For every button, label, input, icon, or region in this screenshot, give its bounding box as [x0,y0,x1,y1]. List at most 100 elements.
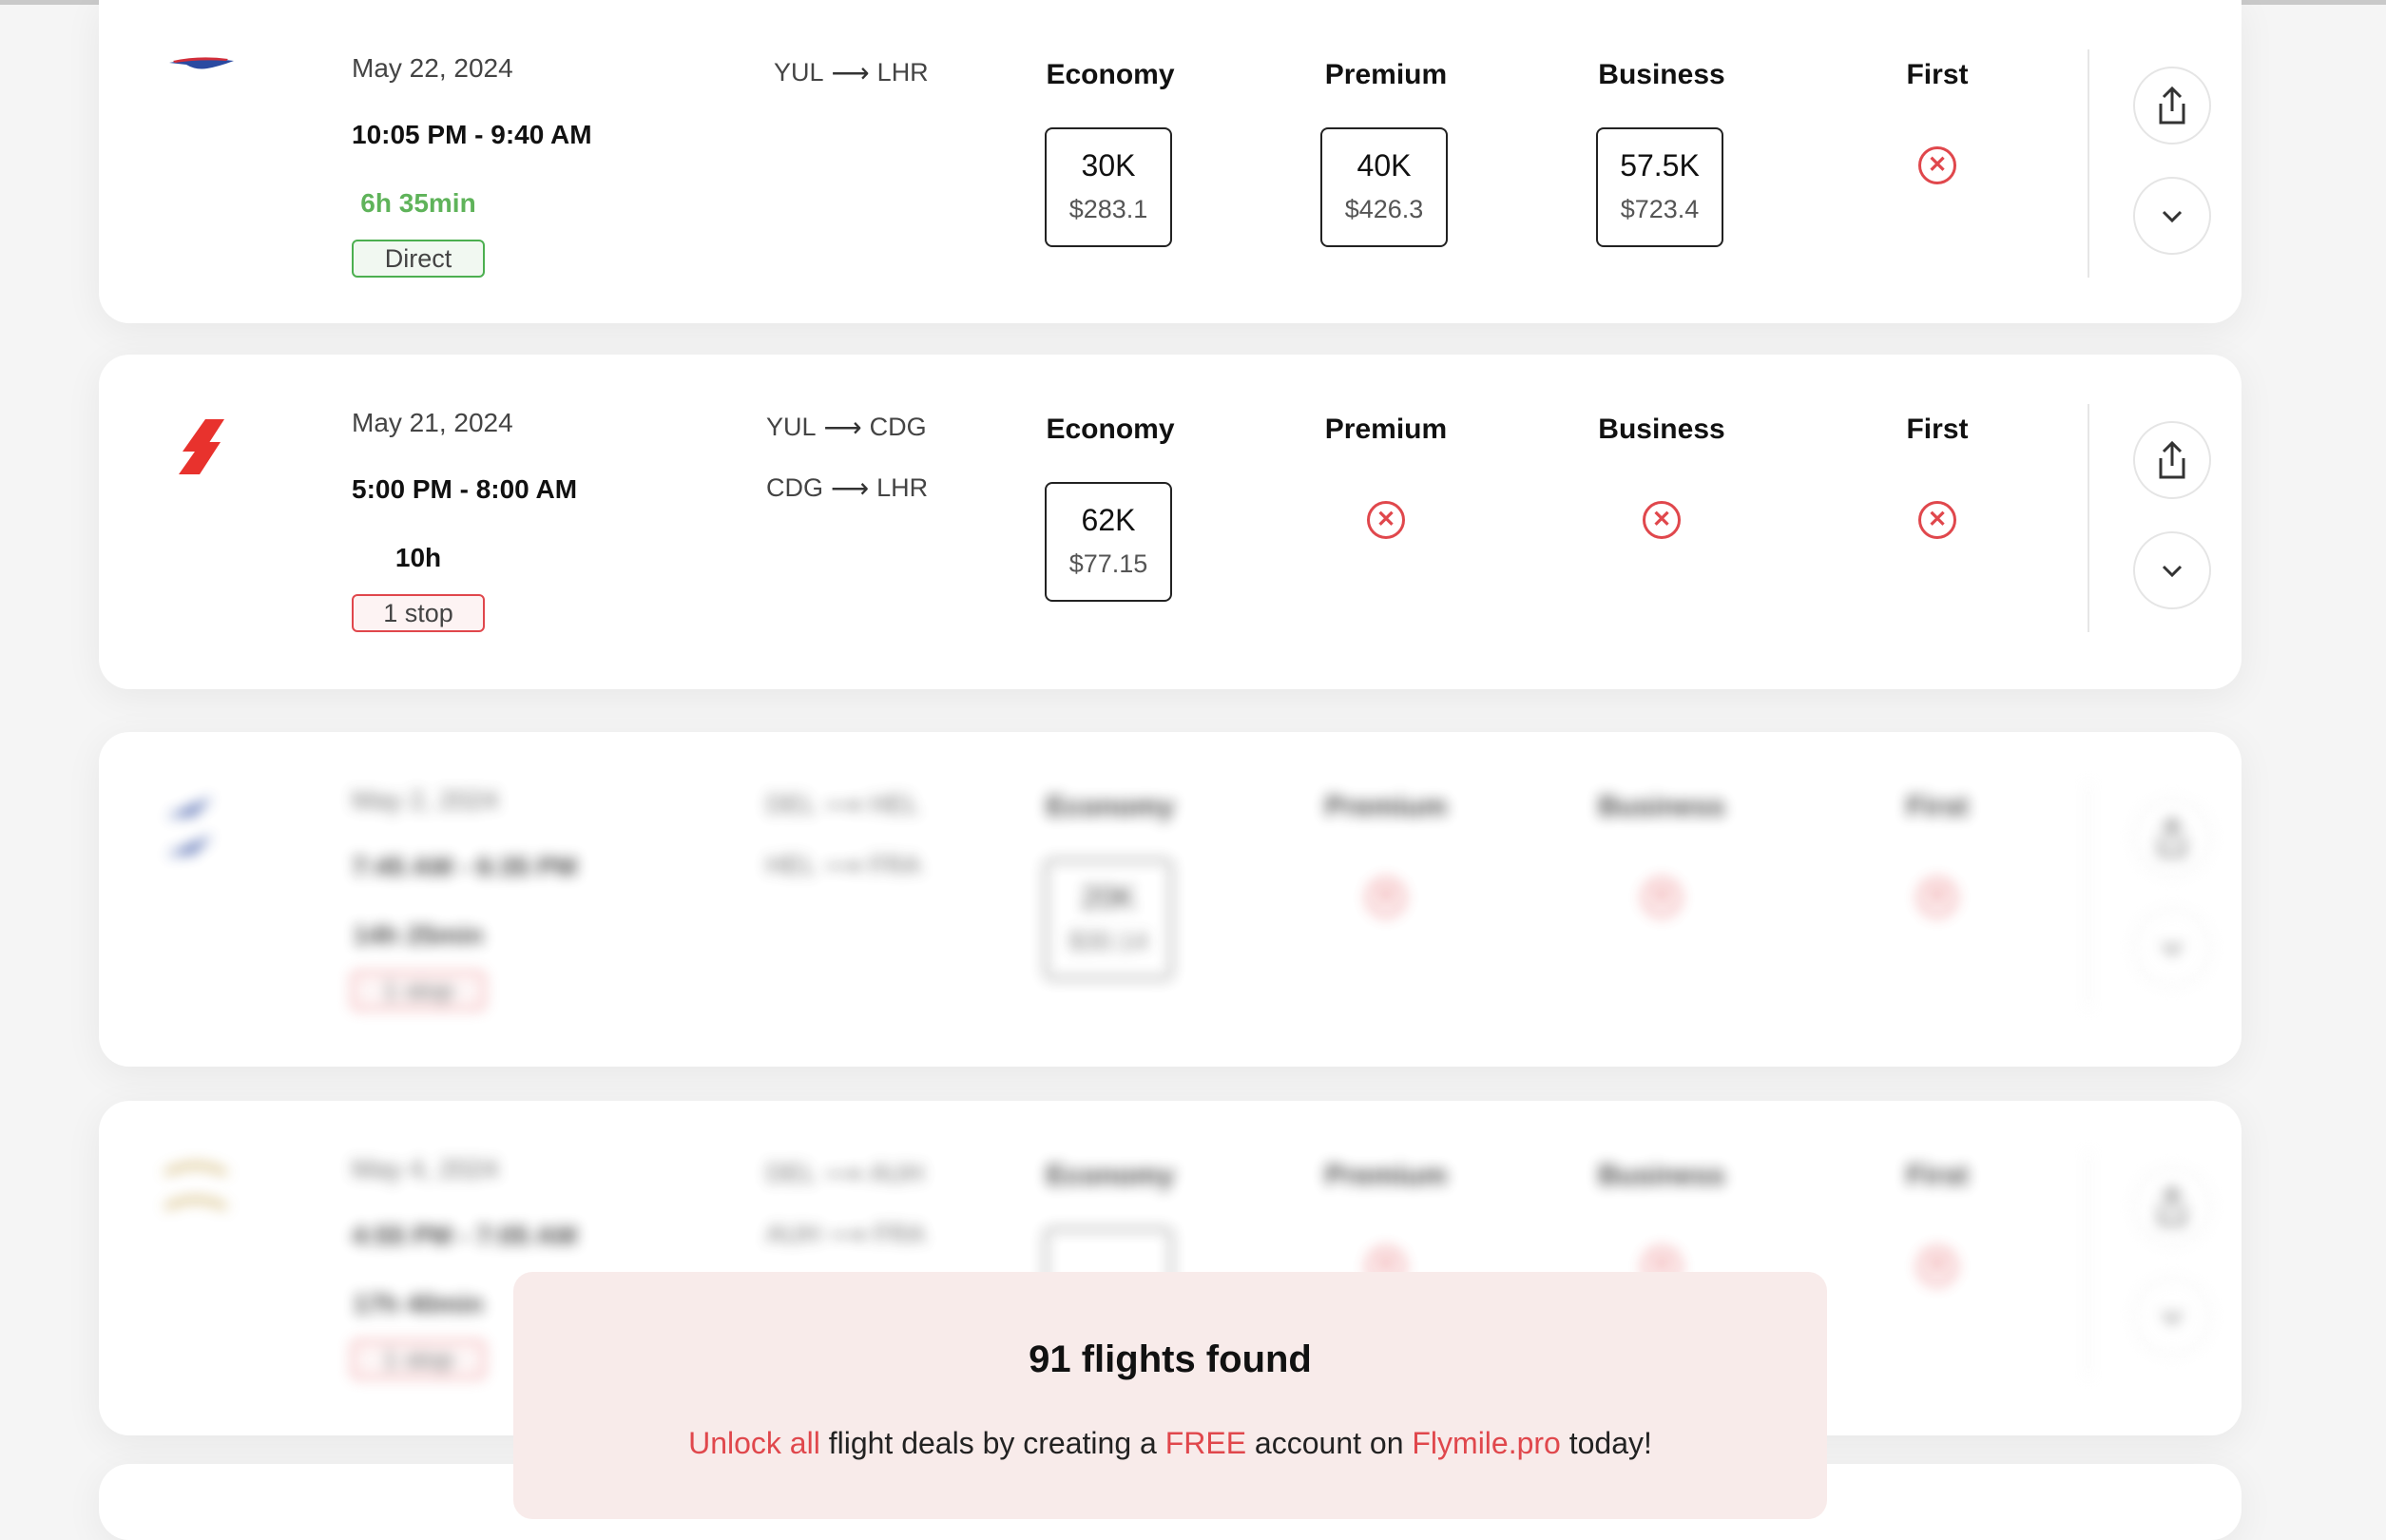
class-header-business: Business [1598,791,1725,822]
stops-badge: 1 stop [352,972,485,1010]
class-header-first: First [1906,791,1969,822]
flight-time: 7:45 AM - 6:35 PM [352,852,578,881]
class-header-economy: Economy [1046,791,1175,822]
x-circle-icon: ✕ [1367,501,1405,539]
x-circle-icon: ✕ [1918,501,1956,539]
arrow-right-icon: ⟶ [823,1159,862,1188]
destination-code: LHR [876,58,929,87]
share-button [2133,1167,2211,1245]
origin-code: CDG [766,473,823,502]
class-header-premium: Premium [1324,1160,1448,1191]
flight-card[interactable]: May 22, 2024 10:05 PM - 9:40 AM 6h 35min… [99,0,2242,323]
class-header-business: Business [1598,59,1725,90]
signup-message: Unlock all flight deals by creating a FR… [513,1426,1827,1461]
fare-points: 40K [1357,148,1412,183]
stops-badge: 1 stop [352,594,485,632]
flight-duration: 17h 40min [353,1289,484,1319]
flight-date: May 2, 2024 [352,785,499,815]
chevron-down-icon [2162,210,2183,223]
divider [2088,781,2089,1010]
origin-code: YUL [766,413,817,441]
class-header-business: Business [1598,414,1725,445]
divider [2088,49,2089,278]
expand-button [2133,909,2211,987]
route-segment: YUL ⟶ CDG [766,412,927,443]
class-header-first: First [1906,414,1969,445]
flights-found-count: 91 flights found [1029,1338,1312,1380]
fare-points: 30K [1081,148,1136,183]
air-france-logo [179,419,224,474]
class-header-first: First [1906,59,1969,90]
class-header-premium: Premium [1324,414,1448,445]
fare-price: $723.4 [1620,195,1700,223]
arrow-right-icon: ⟶ [823,790,862,819]
route-segment: CDG ⟶ LHR [766,472,928,504]
fare-box-economy[interactable]: 30K $283.1 [1045,127,1172,247]
chevron-down-icon [2162,1311,2183,1324]
origin-code: HEL [766,851,817,879]
x-circle-icon: ✕ [1643,501,1681,539]
arrow-right-icon: ⟶ [831,58,870,87]
class-header-economy: Economy [1046,59,1175,90]
share-icon [2159,818,2185,857]
origin-code: DEL [766,1159,817,1187]
signup-text: account on [1246,1426,1413,1460]
class-header-economy: Economy [1046,414,1175,445]
destination-code: CDG [869,413,927,441]
flight-card[interactable]: May 21, 2024 5:00 PM - 8:00 AM 10h 1 sto… [99,355,2242,689]
free-link[interactable]: FREE [1165,1426,1246,1460]
fare-box-business[interactable]: 57.5K $723.4 [1596,127,1723,247]
unlock-all-link[interactable]: Unlock all [688,1426,820,1460]
x-circle-icon: ✕ [1918,1247,1956,1285]
expand-button [2133,1278,2211,1356]
chevron-down-icon [2162,565,2183,578]
route-segment: DEL ⟶ HEL [766,789,919,820]
british-airways-logo [169,57,234,69]
route-segment: AUH ⟶ FRA [766,1219,925,1250]
share-icon [2159,1186,2185,1225]
share-button[interactable] [2133,421,2211,499]
class-header-premium: Premium [1324,791,1448,822]
flight-time: 4:55 PM - 7:05 AM [352,1221,578,1250]
share-button [2133,799,2211,876]
x-circle-icon: ✕ [1367,878,1405,916]
origin-code: AUH [766,1220,821,1248]
x-circle-icon: ✕ [1918,146,1956,184]
route-segment: YUL ⟶ LHR [774,57,929,88]
share-button[interactable] [2133,67,2211,144]
signup-prompt: 91 flights found Unlock all flight deals… [513,1272,1827,1519]
finnair-logo [165,797,213,856]
flight-date: May 22, 2024 [352,53,513,83]
origin-code: YUL [774,58,824,87]
class-header-economy: Economy [1046,1160,1175,1191]
flight-date: May 4, 2024 [352,1154,499,1184]
fare-box-economy[interactable]: 62K $77.15 [1045,482,1172,602]
flight-duration: 10h [394,543,442,572]
divider [2088,1150,2089,1378]
chevron-down-icon [2162,942,2183,955]
fare-price: $426.3 [1344,195,1424,223]
expand-button[interactable] [2133,177,2211,255]
destination-code: AUH [869,1159,924,1187]
route-segment: HEL ⟶ FRA [766,850,921,881]
fare-points: 20K [1081,880,1136,914]
arrow-right-icon: ⟶ [831,473,870,503]
etihad-logo [164,1163,228,1210]
signup-text: today! [1560,1426,1652,1460]
x-circle-icon: ✕ [1643,878,1681,916]
expand-button[interactable] [2133,531,2211,609]
fare-points: 62K [1081,503,1136,537]
divider [2088,404,2089,632]
destination-code: FRA [869,851,921,879]
fare-price: $30.14 [1068,927,1148,955]
flight-duration: 6h 35min [360,188,476,218]
fare-box-economy: 20K $30.14 [1045,859,1172,979]
flight-time: 10:05 PM - 9:40 AM [352,120,592,149]
arrow-right-icon: ⟶ [828,1220,867,1249]
signup-text: flight deals by creating a [819,1426,1165,1460]
fare-box-premium[interactable]: 40K $426.3 [1320,127,1448,247]
destination-code: FRA [874,1220,926,1248]
fare-points: 57.5K [1620,148,1700,183]
x-circle-icon: ✕ [1918,878,1956,916]
flymile-link[interactable]: Flymile.pro [1412,1426,1560,1460]
